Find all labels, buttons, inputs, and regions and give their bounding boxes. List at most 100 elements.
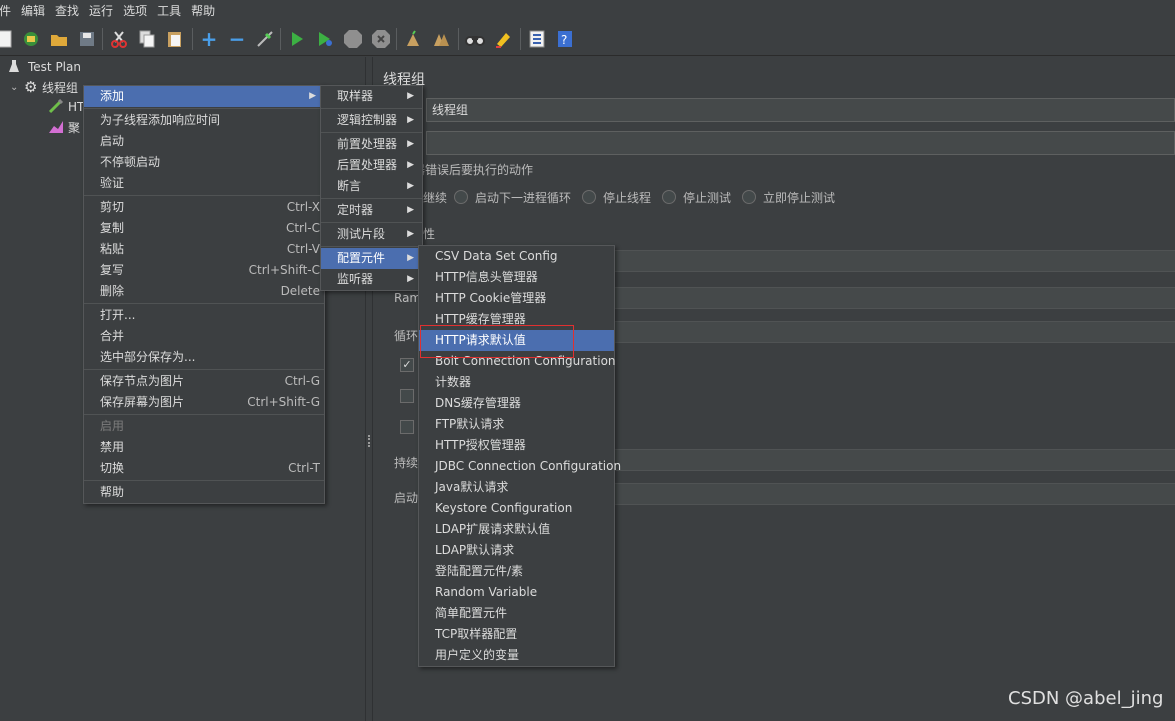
menu-item[interactable]: Java默认请求 xyxy=(419,477,614,498)
menu-item[interactable]: 保存屏幕为图片 Ctrl+Shift-G xyxy=(84,392,324,413)
menu-item[interactable]: 选中部分保存为... xyxy=(84,347,324,368)
new-file-icon[interactable] xyxy=(0,28,16,50)
function-helper-icon[interactable] xyxy=(526,28,548,50)
menu-item[interactable]: 逻辑控制器 ▶ xyxy=(321,110,422,131)
cut-icon[interactable] xyxy=(108,28,130,50)
chevron-down-icon[interactable]: ⌄ xyxy=(10,82,24,93)
menu-item[interactable]: 删除 Delete xyxy=(84,281,324,302)
menu-item[interactable]: 切换 Ctrl-T xyxy=(84,458,324,479)
menu-item[interactable]: 复写 Ctrl+Shift-C xyxy=(84,260,324,281)
menu-item[interactable]: 保存节点为图片 Ctrl-G xyxy=(84,371,324,392)
menu-item[interactable]: 登陆配置元件/素 xyxy=(419,561,614,582)
same-user-checkbox[interactable]: ✓ xyxy=(400,358,414,372)
menu-item[interactable]: Random Variable xyxy=(419,582,614,603)
name-field[interactable]: 线程组 xyxy=(426,98,1175,122)
clear-icon[interactable] xyxy=(402,28,424,50)
menubar-item[interactable]: 工具 xyxy=(152,0,186,22)
menubar-item[interactable]: 编辑 xyxy=(16,0,50,22)
comment-field[interactable] xyxy=(426,131,1175,155)
menu-item[interactable]: 帮助 xyxy=(84,482,324,503)
error-action-label: 器错误后要执行的动作 xyxy=(413,163,534,177)
menu-item[interactable]: LDAP扩展请求默认值 xyxy=(419,519,614,540)
menu-item[interactable]: 启用 xyxy=(84,416,324,437)
menu-item[interactable]: 启动 xyxy=(84,131,324,152)
menu-item[interactable]: 添加 ▶ xyxy=(84,86,324,107)
menu-item[interactable]: DNS缓存管理器 xyxy=(419,393,614,414)
help-icon[interactable]: ? xyxy=(554,28,576,50)
radio-next-loop[interactable] xyxy=(454,190,468,204)
menu-item[interactable]: Keystore Configuration xyxy=(419,498,614,519)
tree-node-thread-group[interactable]: ⌄ ⚙ 线程组 xyxy=(10,77,78,97)
menubar-item[interactable]: 运行 xyxy=(84,0,118,22)
menu-item[interactable]: 计数器 xyxy=(419,372,614,393)
shutdown-icon[interactable] xyxy=(370,28,392,50)
menu-item[interactable]: 用户定义的变量 xyxy=(419,645,614,666)
collapse-icon[interactable]: − xyxy=(226,27,248,51)
radio-stop-thread[interactable] xyxy=(582,190,596,204)
menu-item-label: HTTP授权管理器 xyxy=(435,438,526,452)
search-icon[interactable] xyxy=(464,28,486,50)
menu-item[interactable]: JDBC Connection Configuration xyxy=(419,456,621,477)
menu-item[interactable]: 监听器 ▶ xyxy=(321,269,422,290)
paste-icon[interactable] xyxy=(164,28,186,50)
delay-creation-checkbox[interactable] xyxy=(400,389,414,403)
open-icon[interactable] xyxy=(48,28,70,50)
menu-item[interactable]: 合并 xyxy=(84,326,324,347)
copy-icon[interactable] xyxy=(136,28,158,50)
radio-continue-label[interactable]: 继续 xyxy=(423,189,447,206)
ramp-up-field[interactable] xyxy=(613,287,1175,309)
stop-icon[interactable] xyxy=(342,28,364,50)
tree-node-test-plan[interactable]: Test Plan xyxy=(8,57,81,77)
menu-item[interactable]: 前置处理器 ▶ xyxy=(321,134,422,155)
menu-item[interactable]: 粘贴 Ctrl-V xyxy=(84,239,324,260)
menu-item[interactable]: 后置处理器 ▶ xyxy=(321,155,422,176)
menu-item[interactable]: 验证 xyxy=(84,173,324,194)
menu-item[interactable]: 断言 ▶ xyxy=(321,176,422,197)
menu-item[interactable]: 取样器 ▶ xyxy=(321,86,422,107)
start-icon[interactable] xyxy=(286,28,308,50)
menu-item[interactable]: LDAP默认请求 xyxy=(419,540,614,561)
menu-item[interactable]: 打开... xyxy=(84,305,324,326)
clear-all-icon[interactable] xyxy=(430,28,452,50)
menu-separator xyxy=(321,198,422,199)
menubar-item[interactable]: 选项 xyxy=(118,0,152,22)
menu-item-label: 复制 xyxy=(100,221,125,235)
reset-search-icon[interactable] xyxy=(492,28,514,50)
toggle-icon[interactable] xyxy=(254,28,276,50)
menu-item[interactable]: 剪切 Ctrl-X xyxy=(84,197,324,218)
start-no-pause-icon[interactable] xyxy=(314,28,336,50)
loop-field[interactable] xyxy=(613,321,1175,343)
radio-stop-now[interactable] xyxy=(742,190,756,204)
scheduler-checkbox[interactable] xyxy=(400,420,414,434)
menubar-item[interactable]: 件 xyxy=(0,0,16,22)
radio-stop-test[interactable] xyxy=(662,190,676,204)
menu-item[interactable]: 配置元件 ▶ xyxy=(321,248,422,269)
save-icon[interactable] xyxy=(76,28,98,50)
menu-item[interactable]: 简单配置元件 xyxy=(419,603,614,624)
menu-item-label: 启动 xyxy=(100,134,125,148)
menu-item[interactable]: 为子线程添加响应时间 xyxy=(84,110,324,131)
menu-item-label: 登陆配置元件/素 xyxy=(435,564,524,578)
threads-field[interactable] xyxy=(613,250,1175,272)
menu-item[interactable]: 测试片段 ▶ xyxy=(321,224,422,245)
tree-node-http-request[interactable]: HT xyxy=(48,97,84,117)
expand-icon[interactable]: + xyxy=(198,27,220,51)
menu-item[interactable]: HTTP Cookie管理器 xyxy=(419,288,614,309)
menu-separator xyxy=(84,195,324,196)
menu-item-shortcut: Ctrl-X xyxy=(286,200,320,214)
menu-item[interactable]: HTTP授权管理器 xyxy=(419,435,614,456)
menubar-item[interactable]: 查找 xyxy=(50,0,84,22)
tree-node-listener[interactable]: 聚 xyxy=(48,117,80,137)
menu-item[interactable]: TCP取样器配置 xyxy=(419,624,614,645)
menu-item[interactable]: 不停顿启动 xyxy=(84,152,324,173)
menu-item[interactable]: CSV Data Set Config xyxy=(419,246,614,267)
menu-item[interactable]: 复制 Ctrl-C xyxy=(84,218,324,239)
startup-delay-field[interactable] xyxy=(613,483,1175,505)
menu-item[interactable]: HTTP信息头管理器 xyxy=(419,267,614,288)
menubar-item[interactable]: 帮助 xyxy=(186,0,220,22)
templates-icon[interactable] xyxy=(20,28,42,50)
menu-item[interactable]: FTP默认请求 xyxy=(419,414,614,435)
duration-field[interactable] xyxy=(613,449,1175,471)
menu-item[interactable]: 定时器 ▶ xyxy=(321,200,422,221)
menu-item[interactable]: 禁用 xyxy=(84,437,324,458)
